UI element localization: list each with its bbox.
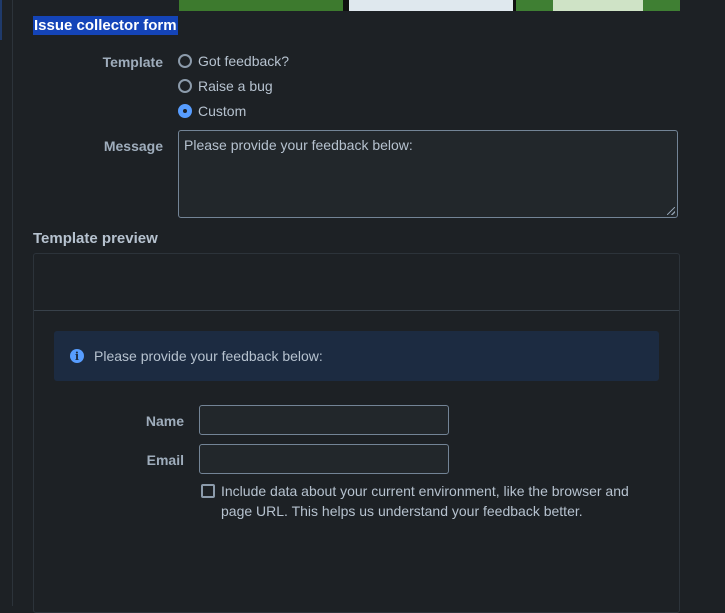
message-text: Please provide your feedback below: [184,137,413,153]
message-label: Message [103,138,163,154]
template-option-custom[interactable]: Custom [178,103,246,119]
template-option-label: Custom [198,103,247,119]
thumbnail-image-3 [516,0,680,11]
include-environment-text: Include data about your current environm… [221,483,629,519]
message-textarea[interactable]: Please provide your feedback below: [178,130,678,218]
section-title: Issue collector form [33,16,178,35]
info-banner-text: Please provide your feedback below: [94,348,323,364]
left-rail [0,0,13,606]
template-option-got-feedback[interactable]: Got feedback? [178,53,289,69]
info-icon: i [70,349,84,363]
radio-icon[interactable] [178,54,192,68]
name-label: Name [145,413,184,429]
resize-grip-icon[interactable] [667,207,675,215]
template-label: Template [102,54,163,70]
template-preview-title: Template preview [33,230,158,247]
checkbox-icon[interactable] [201,484,215,498]
template-preview-frame: i Please provide your feedback below: Na… [33,253,680,613]
name-input[interactable] [199,405,449,435]
template-option-label: Raise a bug [198,78,273,94]
thumbnail-caption [553,0,643,11]
include-environment-option[interactable]: Include data about your current environm… [201,481,641,521]
thumbnail-image-2 [346,0,516,11]
template-thumbnails [179,0,680,11]
left-rail-accent [0,0,2,40]
radio-checked-icon[interactable] [178,104,192,118]
email-input[interactable] [199,444,449,474]
template-option-raise-bug[interactable]: Raise a bug [178,78,273,94]
preview-header [34,254,679,311]
thumbnail-image-1 [179,0,346,11]
info-banner: i Please provide your feedback below: [54,331,659,381]
email-label: Email [146,452,184,468]
radio-icon[interactable] [178,79,192,93]
template-option-label: Got feedback? [198,53,290,69]
